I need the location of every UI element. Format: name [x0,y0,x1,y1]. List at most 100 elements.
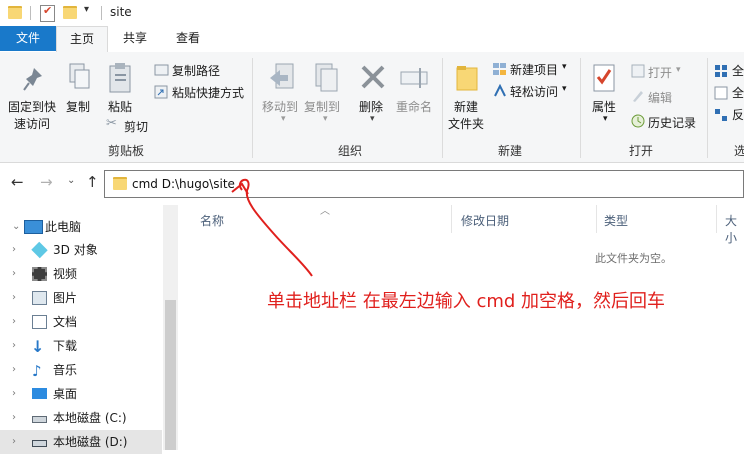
nav-item-music[interactable]: › ♪ 音乐 [0,358,162,382]
nav-item-documents[interactable]: › 文档 [0,310,162,334]
annotation-arrow [231,178,313,277]
nav-label: 桌面 [53,387,78,401]
new-folder-quick-icon[interactable] [63,6,77,19]
history-button[interactable]: 历史记录 [648,114,696,131]
chevron-right-icon[interactable]: › [12,262,16,286]
edit-icon [631,89,645,106]
select-none-button[interactable]: 全 [732,84,744,101]
nav-label: 图片 [53,291,78,305]
nav-item-videos[interactable]: › 视频 [0,262,162,286]
properties-quick-icon[interactable]: ✔ [40,4,55,22]
properties-button[interactable]: 属性 [592,98,616,115]
clipboard-group-label: 剪贴板 [107,144,144,158]
pin-quick-access-button[interactable]: 固定到快 [8,98,56,115]
chevron-down-icon: ▾ [323,114,328,124]
chevron-right-icon[interactable]: › [12,286,16,310]
navigation-pane: ⌄ 此电脑 › 3D 对象 › 视频 › 图片 › 文档 › ↓ 下载 › ♪ … [0,205,178,454]
select-all-button[interactable]: 全 [732,62,744,79]
edit-button[interactable]: 编辑 [648,89,672,106]
address-input[interactable]: cmd D:\hugo\site [132,177,235,191]
chevron-right-icon[interactable]: › [12,334,16,358]
new-group-label: 新建 [497,144,522,158]
tab-file[interactable]: 文件 [0,26,56,51]
chevron-right-icon[interactable]: › [12,430,16,454]
scissors-icon: ✂ [106,116,117,131]
back-icon[interactable]: ← [11,173,24,191]
divider [707,58,708,158]
new-folder-label: 文件夹 [448,117,485,131]
forward-icon[interactable]: → [40,173,53,191]
copy-to-button[interactable]: 复制到 [304,98,340,115]
pictures-icon [32,291,47,305]
paste-shortcut-icon [154,85,169,102]
new-item-button[interactable]: 新建项目 [510,61,558,78]
chevron-right-icon[interactable]: › [12,238,16,262]
divider [252,58,253,158]
column-header-type[interactable]: 类型 [604,212,628,229]
nav-item-this-pc[interactable]: ⌄ 此电脑 [0,215,162,239]
column-header-name[interactable]: 名称 [200,212,224,229]
move-to-button[interactable]: 移动到 [262,98,298,115]
column-header-size[interactable]: 大小 [725,212,744,246]
nav-item-downloads[interactable]: › ↓ 下载 [0,334,162,358]
copy-button[interactable]: 复制 [66,98,90,115]
quick-access-toolbar-dropdown-icon[interactable]: ▾ [84,4,89,15]
nav-item-pictures[interactable]: › 图片 [0,286,162,310]
music-icon: ♪ [32,362,42,380]
nav-label: 3D 对象 [53,243,98,257]
move-to-icon [268,62,296,97]
window-title: site [110,5,132,19]
rename-button[interactable]: 重命名 [396,98,432,115]
divider [101,6,102,20]
rename-icon [400,66,430,93]
history-icon [631,114,645,131]
nav-item-3d-objects[interactable]: › 3D 对象 [0,238,162,262]
sort-up-icon: ︿ [320,206,330,217]
invert-selection-button[interactable]: 反 [732,106,744,123]
pc-icon [24,220,43,234]
documents-icon [32,315,47,329]
easy-access-icon [493,83,507,101]
cut-button[interactable]: 剪切 [124,118,148,135]
scrollbar-thumb[interactable] [165,300,176,450]
pin-icon [22,66,44,97]
open-button[interactable]: 打开 [648,64,672,81]
chevron-down-icon[interactable]: ⌄ [12,215,20,239]
new-item-icon [492,62,507,79]
paste-shortcut-button[interactable]: 粘贴快捷方式 [172,84,244,101]
column-header-date[interactable]: 修改日期 [461,212,509,229]
tab-view[interactable]: 查看 [162,26,214,51]
nav-label: 本地磁盘 (D:) [53,435,128,449]
delete-button[interactable]: 删除 [359,98,383,115]
nav-label: 音乐 [53,363,78,377]
tab-share[interactable]: 共享 [110,26,160,51]
ribbon: 固定到快 速访问 复制 粘贴 复制路径 粘贴快捷方式 ✂ 剪切 剪贴板 移动到 … [0,52,744,163]
nav-item-drive-c[interactable]: › 本地磁盘 (C:) [0,406,162,430]
nav-item-drive-d[interactable]: › 本地磁盘 (D:) [0,430,162,454]
address-bar[interactable]: cmd D:\hugo\site [104,170,744,198]
divider [596,205,597,233]
easy-access-button[interactable]: 轻松访问 [510,83,558,100]
nav-label: 文档 [53,315,78,329]
copy-path-icon [154,64,169,79]
select-group-label: 选 [734,144,744,158]
chevron-right-icon[interactable]: › [12,406,16,430]
annotation-text: 单击地址栏 在最左边输入 cmd 加空格，然后回车 [267,291,666,312]
up-icon[interactable]: ↑ [86,173,99,191]
tab-home[interactable]: 主页 [56,26,108,53]
chevron-right-icon[interactable]: › [12,382,16,406]
paste-button[interactable]: 粘贴 [108,98,132,115]
chevron-right-icon[interactable]: › [12,358,16,382]
copy-path-button[interactable]: 复制路径 [172,62,220,79]
pin-quick-access-label: 速访问 [14,117,51,131]
chevron-right-icon[interactable]: › [12,310,16,334]
select-none-icon [714,86,728,103]
open-group-label: 打开 [628,144,653,158]
drive-icon [32,440,47,447]
divider [442,58,443,158]
desktop-icon [32,388,47,399]
recent-locations-chevron-icon[interactable]: ⌄ [67,175,75,186]
open-icon [631,64,645,81]
nav-item-desktop[interactable]: › 桌面 [0,382,162,406]
new-folder-button[interactable]: 新建 [454,98,478,115]
